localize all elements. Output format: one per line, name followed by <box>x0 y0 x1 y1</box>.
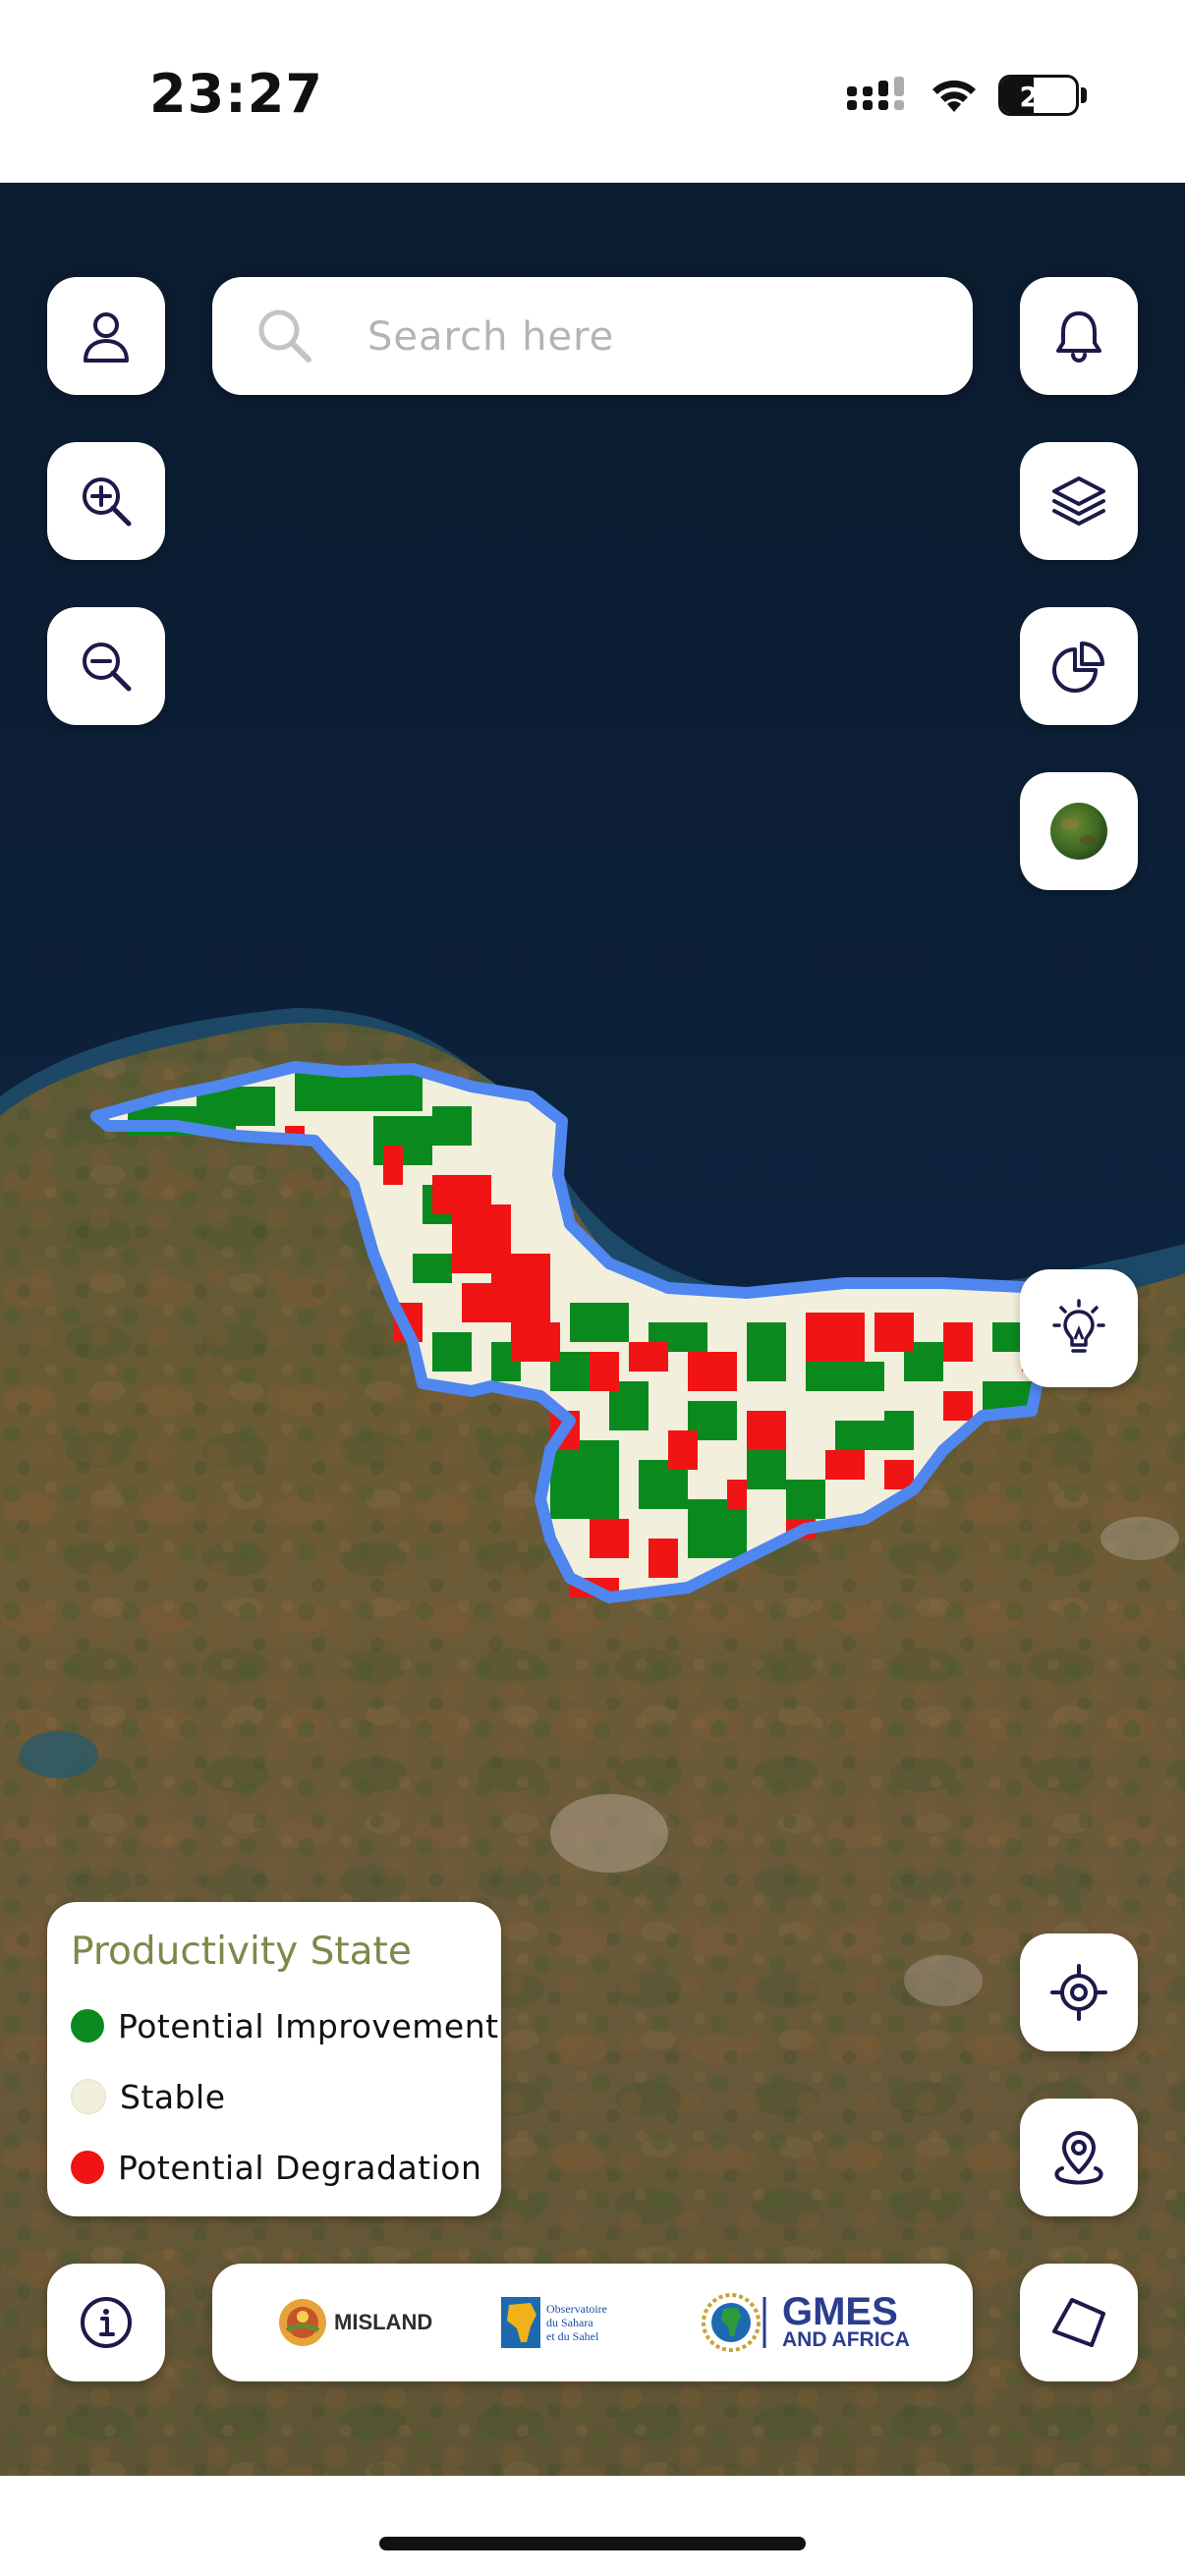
zoom-in-icon <box>83 477 132 527</box>
legend-label: Stable <box>120 2077 226 2116</box>
misland-logo: MISLAND <box>277 2264 432 2381</box>
misland-emblem-icon <box>279 2299 326 2346</box>
gmes-subtitle: AND AFRICA <box>782 2328 910 2351</box>
pie-chart-icon <box>1052 642 1104 693</box>
legend-item-improvement: Potential Improvement <box>71 2002 499 2049</box>
gmes-title: GMES <box>782 2290 898 2333</box>
gmes-wordmark: GMES AND AFRICA <box>782 2290 910 2351</box>
info-icon <box>81 2297 132 2348</box>
oss-line: du Sahara <box>546 2316 593 2329</box>
globe-thumbnail-icon <box>1050 803 1107 860</box>
map-pin-icon <box>1054 2131 1103 2185</box>
oss-wordmark: Observatoire du Sahara et du Sahel <box>546 2302 607 2343</box>
oss-line: et du Sahel <box>546 2329 599 2343</box>
battery-level: 22 <box>1019 81 1058 113</box>
info-button[interactable] <box>47 2264 165 2381</box>
zoom-out-icon <box>83 643 132 692</box>
statistics-button[interactable] <box>1020 607 1138 725</box>
crosshair-icon <box>1050 1964 1107 2021</box>
battery-icon: 22 <box>998 75 1079 116</box>
basemap-button[interactable] <box>1020 772 1138 890</box>
locate-me-button[interactable] <box>1020 1933 1138 2051</box>
productivity-legend: Productivity State Potential Improvement… <box>47 1902 501 2216</box>
zoom-out-button[interactable] <box>47 607 165 725</box>
user-icon <box>84 312 129 363</box>
status-time: 23:27 <box>149 63 323 125</box>
cellular-signal-icon <box>847 77 904 110</box>
battery-cap <box>1081 87 1087 103</box>
bell-icon <box>1056 311 1101 363</box>
africa-map-icon <box>501 2297 540 2348</box>
au-emblem-icon <box>702 2293 766 2352</box>
search-bar[interactable] <box>212 277 973 395</box>
legend-item-degradation: Potential Degradation <box>71 2144 481 2191</box>
legend-label: Potential Improvement <box>118 2006 499 2045</box>
legend-title: Productivity State <box>71 1930 412 1974</box>
oss-line: Observatoire <box>546 2302 607 2316</box>
location-pin-button[interactable] <box>1020 2099 1138 2216</box>
misland-wordmark: MISLAND <box>334 2310 433 2334</box>
profile-button[interactable] <box>47 277 165 395</box>
insights-button[interactable] <box>1020 1269 1138 1387</box>
zoom-in-button[interactable] <box>47 442 165 560</box>
layers-icon <box>1052 476 1105 526</box>
oss-logo: Observatoire du Sahara et du Sahel <box>501 2264 607 2381</box>
legend-swatch-improvement <box>71 2009 104 2043</box>
layers-button[interactable] <box>1020 442 1138 560</box>
home-area <box>0 2476 1185 2576</box>
legend-swatch-stable <box>71 2079 106 2114</box>
polygon-icon <box>1052 2298 1105 2347</box>
search-icon <box>258 309 311 363</box>
wifi-icon <box>932 80 976 112</box>
lightbulb-icon <box>1052 1299 1105 1353</box>
notifications-button[interactable] <box>1020 277 1138 395</box>
legend-swatch-degradation <box>71 2151 104 2184</box>
partner-logos: MISLAND Observatoire du Sahara et du Sah… <box>212 2264 973 2381</box>
legend-item-stable: Stable <box>71 2073 226 2120</box>
status-bar: 23:27 22 <box>0 0 1185 183</box>
legend-label: Potential Degradation <box>118 2148 482 2187</box>
gmes-logo: GMES AND AFRICA <box>698 2264 910 2381</box>
draw-polygon-button[interactable] <box>1020 2264 1138 2381</box>
home-indicator[interactable] <box>379 2537 806 2550</box>
search-input[interactable] <box>366 299 939 375</box>
